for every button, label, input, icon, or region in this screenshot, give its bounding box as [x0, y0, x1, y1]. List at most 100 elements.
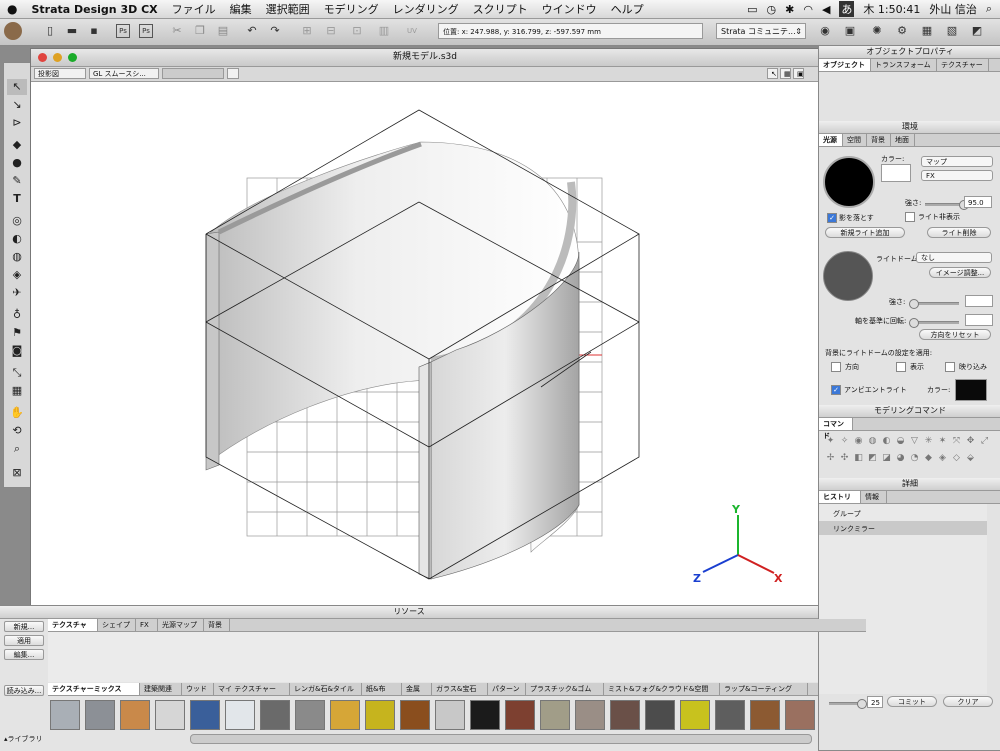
command-icon[interactable]: ◈	[937, 453, 948, 464]
palette-icon[interactable]: ▧	[945, 24, 959, 38]
pen-tool-icon[interactable]: ✎	[7, 173, 27, 189]
category-pattern[interactable]: パターン	[488, 683, 526, 695]
3d-viewport[interactable]: Y Z X	[31, 82, 817, 608]
tab-texture-res[interactable]: テクスチャー	[48, 619, 98, 641]
app-menu[interactable]: Strata Design 3D CX	[31, 3, 157, 16]
split-view-icon[interactable]: ▣	[793, 68, 804, 79]
texture-swatch[interactable]	[225, 700, 255, 730]
photoshop-layers-icon[interactable]: Ps	[139, 24, 153, 38]
new-resource-button[interactable]: 新規...	[4, 621, 44, 632]
view-mode-select[interactable]: 投影図	[34, 68, 86, 79]
menu-help[interactable]: ヘルプ	[611, 1, 644, 17]
camera-icon[interactable]: ▣	[843, 24, 857, 38]
strength-slider[interactable]	[925, 200, 969, 210]
command-icon[interactable]: ▽	[909, 436, 920, 447]
hide-light-checkbox[interactable]	[905, 212, 915, 222]
tab-light-map[interactable]: 光源マップ	[158, 619, 204, 631]
clock[interactable]: 木 1:50:41	[863, 1, 920, 17]
light-preview-sphere[interactable]	[823, 156, 875, 208]
display-icon[interactable]: ▭	[747, 3, 757, 16]
menu-selection[interactable]: 選択範囲	[266, 1, 310, 17]
command-icon[interactable]: ◐	[881, 436, 892, 447]
category-plastic-rubber[interactable]: プラスチック&ゴム	[526, 683, 604, 695]
light-bulb-tool-icon[interactable]: ♁	[7, 307, 27, 323]
rotate-axis-field[interactable]	[965, 314, 993, 326]
zoom-tool-icon[interactable]: ⌕	[7, 441, 27, 457]
pointer-icon[interactable]: ↖	[767, 68, 778, 79]
tab-transform[interactable]: トランスフォーム	[871, 59, 937, 71]
reflection-checkbox[interactable]	[945, 362, 955, 372]
reset-direction-button[interactable]: 方向をリセット	[919, 329, 991, 340]
text-tool-icon[interactable]: T	[7, 191, 27, 207]
command-icon[interactable]: ◧	[853, 453, 864, 464]
object-properties-title[interactable]: オブジェクトプロパティ	[819, 46, 1000, 59]
light-icon[interactable]: ✺	[870, 24, 884, 38]
cube-tool-icon[interactable]: ◆	[7, 137, 27, 153]
user-name[interactable]: 外山 信治	[929, 1, 977, 17]
link-icon[interactable]: ⊡	[350, 24, 364, 38]
clear-button[interactable]: クリア	[943, 696, 993, 707]
command-icon[interactable]: ⬙	[965, 453, 976, 464]
texture-swatch[interactable]	[785, 700, 815, 730]
display-checkbox[interactable]	[896, 362, 906, 372]
command-icon[interactable]: ✦	[825, 436, 836, 447]
spotlight-icon[interactable]: ⌕	[986, 2, 992, 16]
rotate-view-tool-icon[interactable]: ⟲	[7, 423, 27, 439]
link-mirror-wall-object[interactable]	[205, 141, 580, 580]
copy-icon[interactable]: ❐	[193, 24, 207, 38]
command-icon[interactable]: ◔	[909, 453, 920, 464]
settings-icon[interactable]: ⚙	[895, 24, 909, 38]
sphere-tool-icon[interactable]: ●	[7, 155, 27, 171]
tab-history[interactable]: ヒストリー	[819, 491, 861, 513]
undo-count-knob[interactable]	[857, 699, 867, 709]
command-icon[interactable]: ✥	[965, 436, 976, 447]
ambient-light-checkbox[interactable]: ✓	[831, 385, 841, 395]
volume-icon[interactable]: ◀	[822, 3, 830, 16]
menu-window[interactable]: ウインドウ	[542, 1, 597, 17]
category-texture-mix[interactable]: テクスチャーミックス	[48, 683, 140, 695]
category-glass-gem[interactable]: ガラス&宝石	[432, 683, 488, 695]
command-icon[interactable]: ◩	[867, 453, 878, 464]
dome-strength-knob[interactable]	[909, 299, 919, 309]
command-icon[interactable]: ◪	[881, 453, 892, 464]
apply-resource-button[interactable]: 適用	[4, 635, 44, 646]
texture-swatch[interactable]	[85, 700, 115, 730]
paint-tool-icon[interactable]: ✈	[7, 285, 27, 301]
minimize-button[interactable]	[53, 53, 62, 62]
camera-tool-icon[interactable]: ◙	[7, 343, 27, 359]
texture-swatch[interactable]	[435, 700, 465, 730]
texture-swatch[interactable]	[715, 700, 745, 730]
texture-swatch[interactable]	[610, 700, 640, 730]
undo-count-field[interactable]: 25	[867, 696, 883, 708]
reshape-tool-icon[interactable]: ↘	[7, 97, 27, 113]
menu-script[interactable]: スクリプト	[473, 1, 528, 17]
category-mist-fog[interactable]: ミスト&フォグ&クラウド&空間	[604, 683, 720, 695]
hand-tool-icon[interactable]: ✋	[7, 405, 27, 421]
apple-icon[interactable]: ●	[7, 2, 17, 16]
dome-strength-field[interactable]	[965, 295, 993, 307]
map-select[interactable]: マップ	[921, 156, 993, 167]
command-icon[interactable]: ◆	[923, 453, 934, 464]
wifi-icon[interactable]: ◠	[803, 3, 813, 16]
category-paper-cloth[interactable]: 紙&布	[362, 683, 402, 695]
texture-swatch[interactable]	[365, 700, 395, 730]
grid-toggle-icon[interactable]: ▦	[780, 68, 791, 79]
undo-icon[interactable]: ↶	[245, 24, 259, 38]
command-icon[interactable]: ⤢	[979, 436, 990, 447]
command-icon[interactable]: ✢	[825, 453, 836, 464]
path-tool-icon[interactable]: ⤡	[7, 365, 27, 381]
tab-fx[interactable]: FX	[136, 619, 158, 631]
add-light-button[interactable]: 新規ライト追加	[825, 227, 905, 238]
undo-count-slider[interactable]	[829, 699, 867, 709]
input-mode-indicator[interactable]: あ	[839, 1, 855, 17]
texture-swatch[interactable]	[645, 700, 675, 730]
category-brick-stone[interactable]: レンガ&石&タイル	[290, 683, 362, 695]
menu-modeling[interactable]: モデリング	[324, 1, 379, 17]
command-icon[interactable]: ◍	[867, 436, 878, 447]
light-color-swatch[interactable]	[881, 164, 911, 182]
bevel-tool-icon[interactable]: ◈	[7, 267, 27, 283]
tab-object[interactable]: オブジェクト	[819, 59, 871, 71]
category-wrap-coating[interactable]: ラップ&コーティング	[720, 683, 808, 695]
strength-field[interactable]: 95.0	[964, 196, 992, 208]
tab-info[interactable]: 情報	[861, 491, 887, 503]
